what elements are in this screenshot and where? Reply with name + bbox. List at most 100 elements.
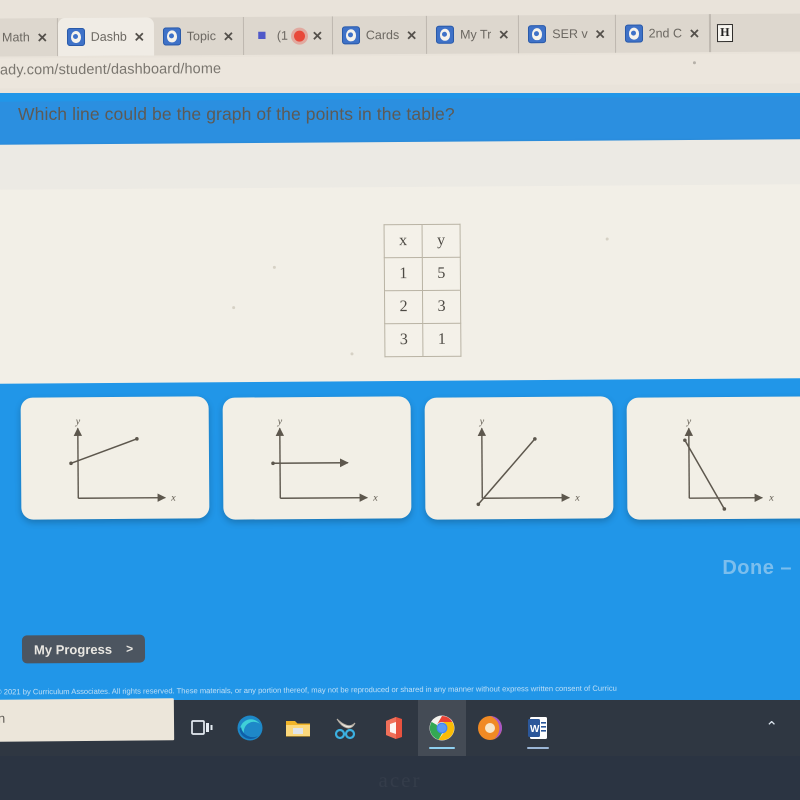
- table-row: 1 5: [384, 257, 461, 291]
- table-header-x: x: [384, 224, 423, 258]
- close-icon[interactable]: ✕: [594, 26, 607, 41]
- file-explorer-icon[interactable]: [274, 700, 322, 756]
- tab-title: My Tr: [460, 27, 492, 42]
- answer-choices: y x y x y x y x: [0, 396, 800, 527]
- chevron-right-icon: >: [125, 641, 134, 656]
- teams-icon: ■: [257, 26, 267, 44]
- svg-text:x: x: [372, 493, 378, 504]
- word-icon[interactable]: W: [514, 700, 562, 756]
- iready-favicon-icon: [624, 24, 643, 43]
- table-row: 2 3: [384, 290, 461, 324]
- h-favicon-icon: H: [716, 23, 733, 43]
- screen: Math ✕ Dashb ✕ Topic ✕ ■ (1 ✕ Cards ✕ My…: [0, 0, 800, 800]
- panel-speck: [350, 352, 354, 356]
- taskbar-icons: W: [178, 700, 562, 756]
- answer-choice-c[interactable]: y x: [424, 396, 614, 520]
- tab-title: Topic: [186, 29, 216, 44]
- snip-glyph: [334, 718, 356, 740]
- svg-text:x: x: [768, 493, 774, 504]
- address-bar[interactable]: ady.com/student/dashboard/home: [0, 53, 800, 89]
- windows-taskbar: h W ⌃: [0, 698, 800, 756]
- points-table: x y 1 5 2 3 3 1: [383, 223, 462, 358]
- office-icon[interactable]: [370, 700, 418, 756]
- url-text: ady.com/student/dashboard/home: [0, 61, 222, 79]
- question-strip: [0, 139, 800, 192]
- recording-indicator-icon: [293, 30, 306, 42]
- svg-text:y: y: [686, 416, 692, 427]
- browser-glyph: [478, 716, 502, 740]
- table-cell-x: 2: [384, 290, 423, 324]
- monitor-brand-logo: acer: [0, 768, 800, 793]
- folder-glyph: [286, 721, 310, 737]
- firefox-icon[interactable]: [466, 700, 514, 756]
- choice-d-graph: y x: [683, 416, 774, 511]
- tab-title: Math: [1, 30, 30, 45]
- task-view-icon[interactable]: [178, 700, 226, 756]
- svg-text:x: x: [170, 493, 176, 504]
- table-cell-y: 1: [422, 323, 461, 357]
- svg-text:y: y: [75, 416, 81, 427]
- iready-favicon-icon: [341, 26, 360, 45]
- table-cell-x: 3: [384, 323, 423, 357]
- tab-title: 2nd C: [648, 26, 683, 41]
- browser-tab-6[interactable]: SER v ✕: [519, 14, 616, 54]
- answer-choice-d[interactable]: y x: [626, 396, 800, 520]
- choice-b-graph: y x: [271, 416, 378, 504]
- table-header-row: x y: [384, 224, 461, 258]
- tab-title: SER v: [552, 26, 588, 42]
- edge-icon[interactable]: [226, 700, 274, 756]
- my-progress-label: My Progress: [33, 641, 113, 657]
- table-cell-y: 5: [422, 257, 461, 291]
- close-icon[interactable]: ✕: [36, 30, 49, 45]
- chrome-icon[interactable]: [418, 700, 466, 756]
- close-icon[interactable]: ✕: [222, 29, 235, 44]
- answer-choice-a[interactable]: y x: [20, 396, 210, 520]
- table-cell-x: 1: [384, 257, 423, 291]
- iready-favicon-icon: [436, 25, 455, 44]
- svg-text:W: W: [530, 724, 540, 735]
- browser-tab-7[interactable]: 2nd C ✕: [615, 14, 711, 53]
- browser-tab-4[interactable]: Cards ✕: [332, 15, 428, 55]
- panel-speck: [272, 265, 276, 269]
- close-icon[interactable]: ✕: [133, 29, 146, 44]
- office-glyph: [386, 717, 402, 739]
- tab-title: Cards: [365, 28, 400, 43]
- close-icon[interactable]: ✕: [311, 28, 324, 43]
- browser-tab-0[interactable]: Math ✕: [0, 18, 58, 57]
- monitor-bezel: acer: [0, 756, 800, 800]
- iready-app: Which line could be the graph of the poi…: [0, 93, 800, 700]
- browser-tab-1[interactable]: Dashb ✕: [57, 17, 154, 57]
- word-glyph: W: [528, 717, 547, 739]
- search-input[interactable]: h: [0, 698, 175, 742]
- browser-chrome: Math ✕ Dashb ✕ Topic ✕ ■ (1 ✕ Cards ✕ My…: [0, 0, 800, 95]
- my-progress-button[interactable]: My Progress >: [21, 634, 146, 664]
- done-button[interactable]: Done –: [722, 557, 792, 580]
- url-speck: [692, 61, 696, 65]
- search-input-value: h: [0, 710, 6, 726]
- tab-strip: Math ✕ Dashb ✕ Topic ✕ ■ (1 ✕ Cards ✕ My…: [0, 13, 800, 57]
- choice-c-graph: y x: [476, 416, 580, 507]
- task-view-glyph: [191, 720, 213, 735]
- svg-text:y: y: [277, 416, 283, 427]
- panel-speck: [605, 237, 609, 241]
- close-icon[interactable]: ✕: [405, 27, 418, 42]
- svg-text:y: y: [479, 416, 485, 427]
- tab-title: (1: [276, 28, 289, 43]
- iready-favicon-icon: [528, 25, 547, 44]
- show-hidden-icons-chevron-icon[interactable]: ⌃: [765, 718, 778, 736]
- close-icon[interactable]: ✕: [497, 27, 510, 42]
- svg-text:x: x: [574, 493, 580, 504]
- table-cell-y: 3: [422, 290, 461, 324]
- choice-a-graph: y x: [69, 416, 176, 504]
- close-icon[interactable]: ✕: [688, 26, 701, 41]
- tab-title: Dashb: [90, 29, 127, 44]
- question-text: Which line could be the graph of the poi…: [18, 104, 455, 124]
- answer-choice-b[interactable]: y x: [222, 396, 412, 520]
- chrome-glyph: [429, 715, 455, 741]
- copyright-text: © 2021 by Curriculum Associates. All rig…: [0, 683, 617, 697]
- browser-tab-3[interactable]: ■ (1 ✕: [243, 16, 333, 55]
- browser-tab-8[interactable]: H: [709, 13, 740, 53]
- browser-tab-5[interactable]: My Tr ✕: [427, 15, 520, 54]
- browser-tab-2[interactable]: Topic ✕: [153, 16, 244, 56]
- snip-sketch-icon[interactable]: [322, 700, 370, 756]
